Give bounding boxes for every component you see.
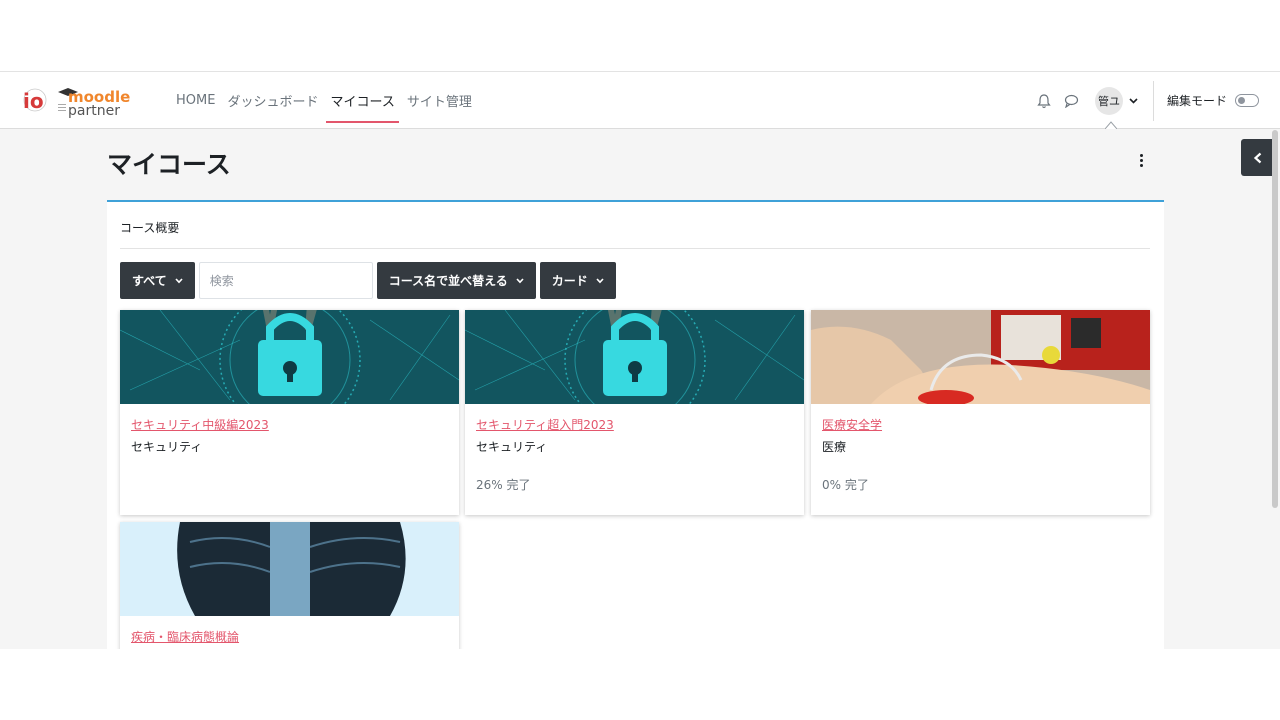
chevron-down-icon — [175, 277, 183, 283]
course-card[interactable]: 医療安全学 医療 0% 完了 — [811, 310, 1150, 515]
course-card-body: 疾病・臨床病態概論 医療 — [120, 616, 459, 649]
course-progress: 26% 完了 — [476, 478, 531, 492]
course-card-body: セキュリティ超入門2023 セキュリティ 26% 完了 — [465, 404, 804, 515]
course-progress: 0% 完了 — [822, 478, 869, 492]
svg-text:partner: partner — [68, 103, 120, 118]
course-image-cyber-security — [120, 310, 459, 404]
sort-dropdown[interactable]: コース名で並べ替える — [376, 262, 536, 299]
course-category: セキュリティ — [476, 440, 548, 454]
chevron-down-icon — [516, 277, 524, 283]
chevron-down-icon — [596, 277, 604, 283]
course-card-body: 医療安全学 医療 0% 完了 — [811, 404, 1150, 515]
chevron-down-icon — [1129, 98, 1138, 104]
course-category: セキュリティ — [131, 440, 203, 454]
svg-text:io: io — [23, 89, 44, 113]
messages-chat-icon[interactable] — [1062, 92, 1080, 110]
nav-my-courses[interactable]: マイコース — [324, 72, 400, 129]
course-image-cyber-security — [465, 310, 804, 404]
scrollbar[interactable] — [1272, 130, 1278, 508]
site-logo[interactable]: io moodle partner — [18, 82, 136, 119]
filter-dropdown[interactable]: すべて — [120, 262, 195, 299]
block-divider — [120, 248, 1150, 249]
nav-home[interactable]: HOME — [176, 72, 221, 129]
user-menu-toggle[interactable]: 管ユ — [1095, 87, 1138, 115]
course-name-link[interactable]: セキュリティ超入門2023 — [476, 416, 793, 433]
page-viewport: io moodle partner HOME ダッシュボード マイコース サイト… — [0, 71, 1280, 649]
course-image-chest-xray — [120, 522, 459, 616]
course-card[interactable]: セキュリティ超入門2023 セキュリティ 26% 完了 — [465, 310, 804, 515]
course-overview-block: コース概要 すべて コース名で並べ替える カード — [107, 200, 1164, 649]
course-card-body: セキュリティ中級編2023 セキュリティ — [120, 404, 459, 515]
open-drawer-button[interactable] — [1241, 139, 1275, 176]
course-name-link[interactable]: 医療安全学 — [822, 416, 1139, 433]
page-actions-menu-icon[interactable] — [1134, 154, 1148, 170]
search-input[interactable] — [198, 262, 373, 299]
edit-mode-switch: 編集モード — [1167, 92, 1260, 109]
nav-site-admin[interactable]: サイト管理 — [401, 72, 478, 129]
edit-mode-label: 編集モード — [1167, 94, 1228, 108]
filter-label: すべて — [132, 274, 167, 288]
view-mode-label: カード — [551, 274, 588, 288]
edit-mode-toggle[interactable] — [1235, 94, 1260, 107]
course-name-link[interactable]: 疾病・臨床病態概論 — [131, 628, 448, 645]
course-card[interactable]: 疾病・臨床病態概論 医療 — [120, 522, 459, 649]
sort-label: コース名で並べ替える — [388, 274, 508, 288]
block-title: コース概要 — [120, 221, 180, 235]
page-title: マイコース — [107, 150, 231, 179]
course-category: 医療 — [822, 440, 847, 454]
navbar-divider — [1153, 81, 1154, 121]
navbar: io moodle partner HOME ダッシュボード マイコース サイト… — [0, 72, 1280, 129]
view-mode-dropdown[interactable]: カード — [539, 262, 616, 299]
chevron-left-icon — [1253, 152, 1262, 163]
dropdown-caret-icon — [1105, 121, 1117, 129]
avatar: 管ユ — [1095, 87, 1123, 115]
primary-navigation: HOME ダッシュボード マイコース サイト管理 — [176, 72, 478, 129]
notification-bell-icon[interactable] — [1035, 92, 1053, 110]
course-card[interactable]: セキュリティ中級編2023 セキュリティ — [120, 310, 459, 515]
course-image-cpr-manikin — [811, 310, 1150, 404]
course-name-link[interactable]: セキュリティ中級編2023 — [131, 416, 448, 433]
course-controls: すべて コース名で並べ替える カード — [120, 262, 616, 299]
nav-dashboard[interactable]: ダッシュボード — [221, 72, 324, 129]
